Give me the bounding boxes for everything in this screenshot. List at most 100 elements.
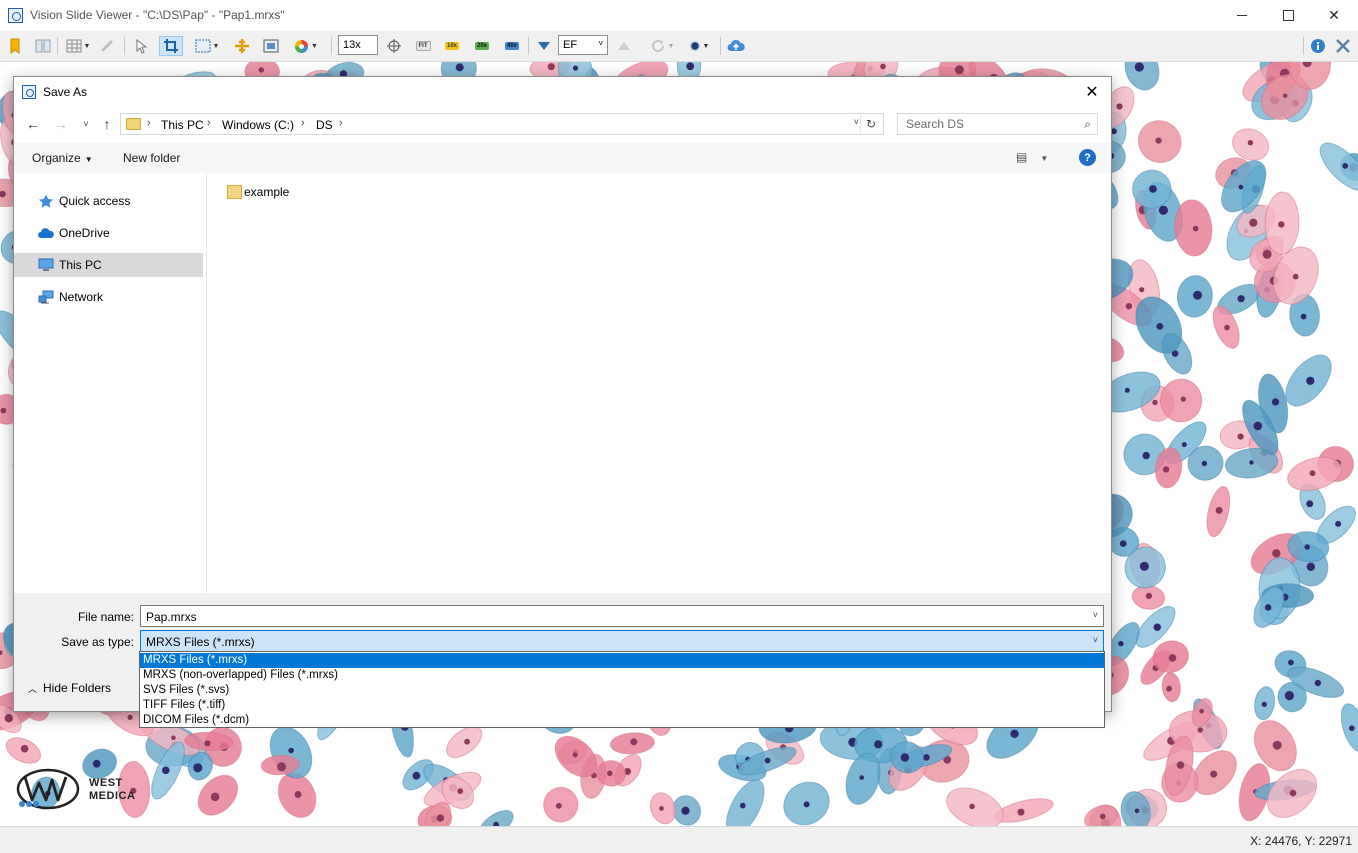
chevron-down-icon: ˅: [83, 119, 89, 129]
cell-nucleus: [457, 788, 464, 794]
rect-select-button[interactable]: ▼: [191, 36, 223, 56]
close-button[interactable]: ✕: [1311, 0, 1357, 31]
maximize-button[interactable]: [1265, 0, 1311, 31]
toolbar-separator: [720, 37, 721, 55]
computer-icon: [38, 258, 54, 271]
save-type-option-svs[interactable]: SVS Files (*.svs): [140, 683, 1104, 698]
cell-nucleus: [1288, 659, 1294, 666]
save-type-option-mrxs-non-overlapped[interactable]: MRXS (non-overlapped) Files (*.mrxs): [140, 668, 1104, 683]
nav-item-network[interactable]: Network: [14, 285, 203, 309]
rotate-button[interactable]: ▼: [646, 36, 678, 56]
toolbar-separator: [124, 37, 125, 55]
file-name-value: Pap.mrxs: [146, 610, 197, 624]
screenshot-button[interactable]: [261, 36, 281, 56]
cell-nucleus: [1124, 387, 1130, 393]
zoom-40x-button[interactable]: 40x: [502, 36, 522, 56]
crosshair-icon: [387, 39, 401, 53]
rect-select-icon: [195, 39, 211, 53]
tools-button[interactable]: [1333, 36, 1353, 56]
minimize-button[interactable]: [1219, 0, 1265, 31]
cell-nucleus: [1349, 725, 1355, 731]
split-view-icon: [35, 39, 51, 53]
nav-item-quick-access[interactable]: Quick access: [14, 189, 203, 213]
breadcrumb-separator-icon: ›: [207, 117, 211, 129]
arrow-left-icon: ←: [26, 116, 40, 132]
cell-nucleus: [412, 771, 421, 780]
chevron-down-icon: ▼: [667, 42, 675, 50]
dot-button[interactable]: ▼: [684, 36, 714, 56]
hide-folders-button[interactable]: ︿ Hide Folders: [28, 681, 111, 695]
cell-nucleus: [1306, 562, 1316, 571]
nav-item-label: This PC: [59, 258, 102, 272]
nav-item-onedrive[interactable]: OneDrive: [14, 221, 203, 245]
search-input[interactable]: [898, 114, 1076, 134]
grid-button[interactable]: ▼: [63, 36, 93, 56]
breadcrumb-separator-icon: ›: [301, 117, 305, 129]
chevron-up-icon: ︿: [28, 684, 38, 694]
help-button[interactable]: ?: [1079, 149, 1096, 166]
back-button[interactable]: ←: [24, 115, 42, 133]
cell-nucleus: [969, 803, 975, 810]
zoom-input[interactable]: 13x: [338, 35, 378, 55]
link-button[interactable]: [98, 36, 116, 56]
center-button[interactable]: [385, 36, 403, 56]
cell-nucleus: [1306, 500, 1314, 508]
color-button[interactable]: ▼: [290, 36, 322, 56]
cell-nucleus: [1168, 654, 1177, 662]
save-type-option-mrxs[interactable]: MRXS Files (*.mrxs): [140, 653, 1104, 668]
focus-down-button[interactable]: [535, 36, 553, 56]
cell-nucleus: [1314, 679, 1322, 687]
crop-button[interactable]: [159, 36, 183, 56]
dialog-app-icon: [22, 85, 36, 99]
organize-button[interactable]: Organize ▼: [32, 151, 93, 165]
bookmark-button[interactable]: [6, 36, 24, 56]
triangle-up-icon: [618, 42, 630, 50]
cell-nucleus: [436, 814, 445, 822]
focus-up-button[interactable]: [615, 36, 633, 56]
nav-item-label: OneDrive: [59, 226, 110, 240]
zoom-20x-button[interactable]: 20x: [472, 36, 492, 56]
breadcrumb-this-pc[interactable]: This PC: [161, 118, 204, 132]
focus-mode-value: EF: [563, 39, 578, 51]
cell-nucleus: [764, 757, 771, 764]
bookmark-icon: [10, 38, 20, 54]
new-folder-button[interactable]: New folder: [123, 151, 180, 165]
breadcrumb-ds[interactable]: DS: [316, 118, 333, 132]
pointer-button[interactable]: [132, 36, 150, 56]
crop-icon: [164, 39, 178, 53]
dialog-close-button[interactable]: ✕: [1079, 79, 1105, 105]
up-button[interactable]: ↑: [98, 115, 116, 133]
measure-button[interactable]: [232, 36, 252, 56]
cell-nucleus: [923, 754, 930, 761]
cell-nucleus: [740, 802, 746, 809]
split-view-button[interactable]: [33, 36, 53, 56]
nav-item-this-pc[interactable]: This PC: [14, 253, 203, 277]
address-bar[interactable]: › This PC › Windows (C:) › DS › ˅ ↻: [120, 113, 884, 135]
zoom-10x-button[interactable]: 10x: [442, 36, 462, 56]
breadcrumb-windows-c[interactable]: Windows (C:): [222, 118, 294, 132]
file-name-field[interactable]: Pap.mrxs ˅: [140, 605, 1104, 627]
address-dropdown-icon[interactable]: ˅: [854, 117, 859, 127]
chevron-down-icon: ▼: [212, 42, 220, 50]
zoom-fit-button[interactable]: FIT: [413, 36, 433, 56]
cell-nucleus: [1278, 221, 1285, 228]
search-box[interactable]: ⌕: [897, 113, 1098, 135]
recent-locations-button[interactable]: ˅: [77, 115, 95, 133]
forward-button[interactable]: →: [52, 115, 70, 133]
save-type-option-dicom[interactable]: DICOM Files (*.dcm): [140, 713, 1104, 728]
measure-icon: [235, 39, 249, 53]
view-options-button[interactable]: ▤ ▼: [1016, 150, 1048, 164]
chevron-down-icon: ˅: [1092, 635, 1098, 645]
focus-mode-select[interactable]: EF ˅: [558, 35, 608, 55]
refresh-button[interactable]: ↻: [860, 115, 881, 133]
cell-nucleus: [681, 806, 690, 815]
info-button[interactable]: [1309, 36, 1327, 56]
cell-nucleus: [1292, 273, 1299, 280]
cell-nucleus: [880, 63, 886, 70]
upload-button[interactable]: [726, 36, 746, 56]
save-type-option-tiff[interactable]: TIFF Files (*.tiff): [140, 698, 1104, 713]
cell-nucleus: [1149, 185, 1157, 193]
cell-nucleus: [1284, 691, 1294, 701]
save-type-select[interactable]: MRXS Files (*.mrxs) ˅: [140, 630, 1104, 652]
cell-nucleus: [1153, 623, 1162, 631]
